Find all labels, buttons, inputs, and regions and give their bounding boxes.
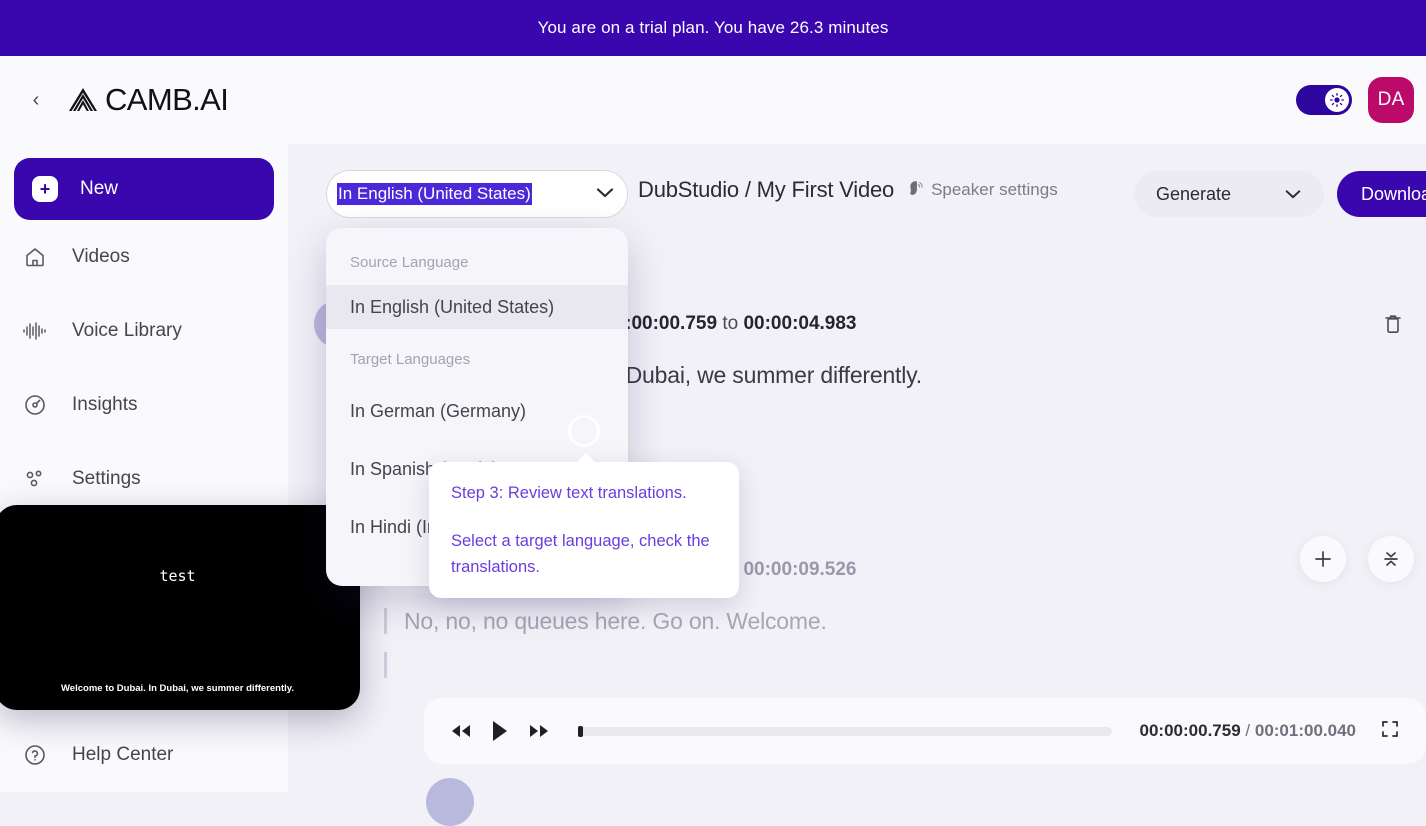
speaker-settings-label: Speaker settings xyxy=(931,180,1058,199)
sidebar-item-insights-label: Insights xyxy=(72,394,138,415)
sidebar-item-help-center-label: Help Center xyxy=(72,744,174,765)
gauge-icon xyxy=(22,392,48,418)
merge-segments-button[interactable] xyxy=(1368,536,1414,582)
dropdown-item-source-english[interactable]: In English (United States) xyxy=(326,285,628,329)
brand-logo[interactable]: CAMB.AI xyxy=(66,82,229,118)
play-icon xyxy=(493,721,507,741)
sidebar-item-videos[interactable]: Videos xyxy=(0,220,288,294)
rewind-button[interactable] xyxy=(450,722,472,740)
segment-text[interactable]: No, no, no queues here. Go on. Welcome. xyxy=(404,608,1426,635)
page-title: DubStudio / My First Video xyxy=(638,177,895,202)
dropdown-group-source-label: Source Language xyxy=(350,254,469,271)
segment-marker xyxy=(384,608,387,634)
sidebar-item-new-label: New xyxy=(80,178,119,199)
player-total-time: 00:01:00.040 xyxy=(1254,721,1356,740)
segment-time-separator: to xyxy=(722,313,739,334)
language-select-value: In English (United States) xyxy=(337,183,532,205)
chevron-down-icon xyxy=(1284,184,1302,205)
download-button[interactable]: Download xyxy=(1337,171,1426,217)
theme-toggle-knob xyxy=(1325,88,1350,112)
dropdown-separator xyxy=(326,329,628,351)
video-preview-caption: Welcome to Dubai. In Dubai, we summer di… xyxy=(61,683,294,694)
segment-end-time: 00:00:09.526 xyxy=(743,559,857,580)
dropdown-item-label: In English (United States) xyxy=(350,296,555,317)
nodes-icon xyxy=(22,466,48,492)
add-segment-button[interactable] xyxy=(1300,536,1346,582)
forward-icon xyxy=(530,725,548,737)
trash-icon xyxy=(1385,315,1401,333)
top-bar-right: DA Dem xyxy=(1296,77,1426,123)
segment-timecode: 00:00:00.759 to 00:00:04.983 xyxy=(604,313,857,335)
segment-side-actions xyxy=(1300,536,1414,582)
player-time-separator: / xyxy=(1245,721,1251,740)
back-chevron-icon[interactable]: ‹ xyxy=(26,90,46,110)
trial-plan-banner-text: You are on a trial plan. You have 26.3 m… xyxy=(537,18,889,37)
tooltip-title: Step 3: Review text translations. xyxy=(451,484,687,502)
video-preview-card[interactable]: test Welcome to Dubai. In Dubai, we summ… xyxy=(0,505,360,710)
player-time: 00:00:00.759 / 00:01:00.040 xyxy=(1140,721,1356,741)
speaker-avatar xyxy=(426,778,474,826)
download-button-label: Download xyxy=(1361,183,1426,204)
sun-icon xyxy=(1330,93,1345,107)
speaker-settings-button[interactable]: Speaker settings xyxy=(906,179,1058,202)
question-circle-icon xyxy=(22,742,48,768)
plus-icon xyxy=(1315,551,1331,567)
sidebar-item-voice-library[interactable]: Voice Library xyxy=(0,294,288,368)
player-current-time: 00:00:00.759 xyxy=(1139,721,1241,740)
user-avatar[interactable]: DA xyxy=(1368,77,1415,123)
fullscreen-button[interactable] xyxy=(1380,719,1400,744)
collapse-icon xyxy=(1384,552,1398,566)
video-preview-overlay-text: test xyxy=(159,567,196,585)
tooltip-highlight-ring xyxy=(568,415,600,447)
play-button[interactable] xyxy=(490,719,510,743)
home-icon xyxy=(22,244,48,270)
trial-plan-banner: You are on a trial plan. You have 26.3 m… xyxy=(0,0,1426,56)
player-seek-handle[interactable] xyxy=(578,725,583,737)
sidebar-item-new[interactable]: + New xyxy=(14,158,274,220)
rewind-icon xyxy=(452,725,470,737)
camb-ai-mark-icon xyxy=(69,88,97,111)
tooltip-body: Select a target language, check the tran… xyxy=(451,532,710,576)
sidebar-bottom: Help Center xyxy=(0,718,288,792)
player-bar: 00:00:00.759 / 00:01:00.040 xyxy=(424,698,1426,764)
generate-button-label: Generate xyxy=(1156,183,1232,204)
dropdown-group-target-label: Target Languages xyxy=(350,351,471,368)
brand-text: CAMB.AI xyxy=(105,82,229,117)
sidebar-item-voice-library-label: Voice Library xyxy=(72,320,182,341)
chevron-down-icon xyxy=(595,186,615,203)
player-seekbar[interactable] xyxy=(578,725,1112,737)
top-bar: ‹ CAMB.AI DA xyxy=(0,56,1426,144)
forward-button[interactable] xyxy=(528,722,550,740)
waveform-icon xyxy=(22,318,48,344)
sidebar-item-help-center[interactable]: Help Center xyxy=(0,718,288,792)
dropdown-item-label: In German (Germany) xyxy=(350,400,527,421)
delete-segment-button[interactable] xyxy=(1378,309,1408,339)
segment-marker xyxy=(384,652,387,678)
segment-end-time: 00:00:04.983 xyxy=(743,313,857,334)
plus-icon: + xyxy=(32,176,58,202)
language-select[interactable]: In English (United States) xyxy=(326,170,628,218)
generate-button[interactable]: Generate xyxy=(1134,171,1324,217)
user-avatar-initials: DA xyxy=(1377,89,1405,110)
onboarding-tooltip: Step 3: Review text translations. Select… xyxy=(429,452,739,599)
sidebar-item-settings-label: Settings xyxy=(72,468,141,489)
theme-toggle[interactable] xyxy=(1296,85,1353,115)
sidebar-item-insights[interactable]: Insights xyxy=(0,368,288,442)
speaker-head-icon xyxy=(906,179,924,202)
fullscreen-icon xyxy=(1382,720,1398,737)
sidebar-item-videos-label: Videos xyxy=(72,246,130,267)
